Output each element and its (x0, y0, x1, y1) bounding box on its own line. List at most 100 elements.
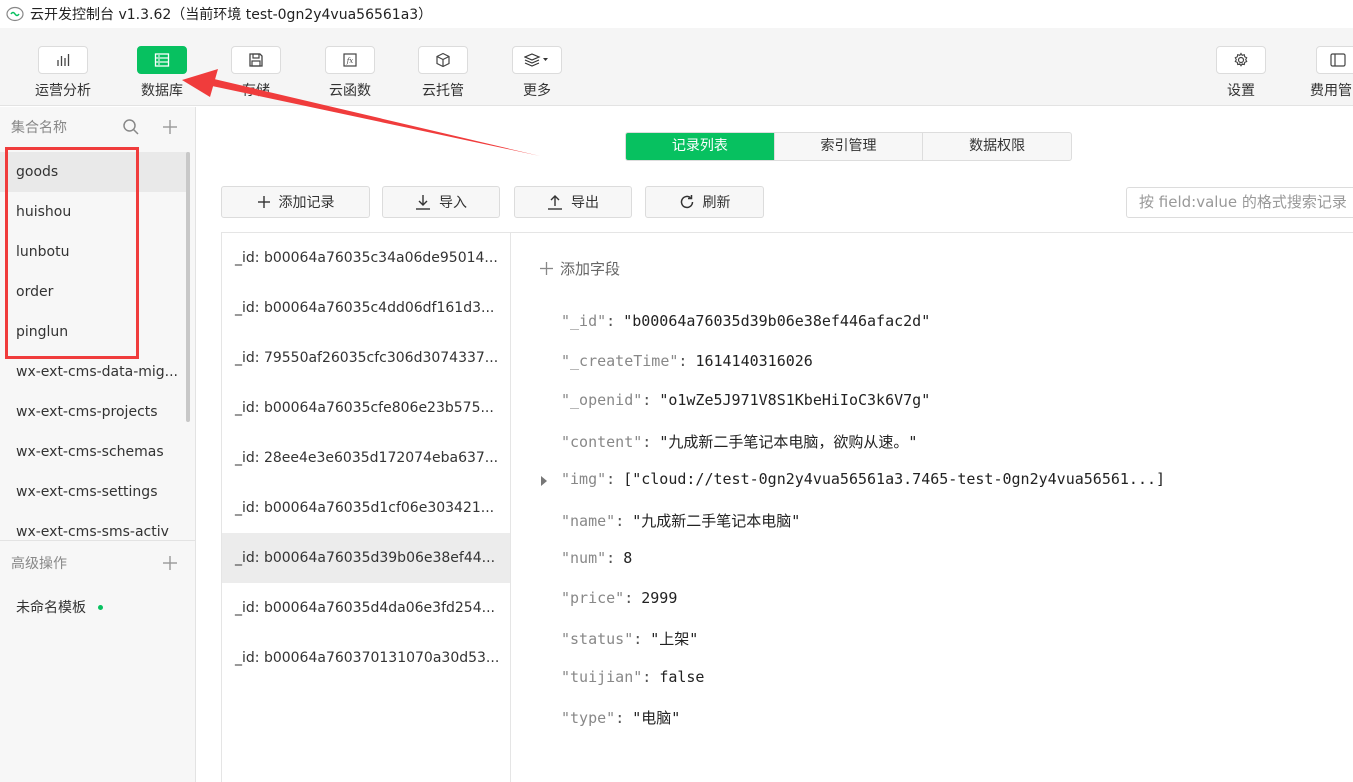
field-row[interactable]: "_id": "b00064a76035d39b06e38ef446afac2d" (561, 312, 930, 330)
record-row[interactable]: _id: b00064a76035cfe806e23b575... (222, 383, 510, 433)
plus-icon (257, 196, 270, 208)
record-row[interactable]: _id: b00064a76035c34a06de95014... (222, 233, 510, 283)
collection-item[interactable]: wx-ext-cms-data-mig... (0, 352, 190, 392)
toolbar-cloud-hosting[interactable]: 云托管 (403, 46, 483, 100)
window-title: 云开发控制台 v1.3.62（当前环境 test-0gn2y4vua56561a… (30, 7, 433, 23)
field-key: "img" (561, 470, 607, 488)
collection-list: goods huishou lunbotu order pinglun wx-e… (0, 152, 190, 538)
field-row[interactable]: "num": 8 (561, 549, 632, 567)
function-icon: fx (343, 53, 357, 67)
toolbar-settings[interactable]: 设置 (1201, 46, 1281, 100)
tab-record-list[interactable]: 记录列表 (626, 133, 775, 160)
field-key: "content" (561, 433, 643, 451)
toolbar-label: 设置 (1227, 83, 1255, 99)
field-row[interactable]: "price": 2999 (561, 589, 677, 607)
record-detail: 添加字段 "_id": "b00064a76035d39b06e38ef446af… (511, 232, 1353, 782)
field-value: "b00064a76035d39b06e38ef446afac2d" (623, 312, 931, 330)
field-row[interactable]: "_createTime": 1614140316026 (561, 352, 813, 370)
field-row[interactable]: "_openid": "o1wZe5J971V8S1KbeHiIoC3k6V7g" (561, 391, 930, 409)
add-record-button[interactable]: 添加记录 (221, 186, 370, 218)
tab-index-management[interactable]: 索引管理 (775, 133, 924, 160)
advanced-header: 高级操作 (0, 543, 195, 583)
record-row[interactable]: _id: b00064a760370131070a30d53... (222, 633, 510, 683)
field-value: 2999 (641, 589, 678, 607)
record-list: _id: b00064a76035c34a06de95014... _id: b… (221, 232, 511, 782)
add-template-icon[interactable] (161, 554, 179, 572)
collection-item[interactable]: pinglun (0, 312, 190, 352)
record-row[interactable]: _id: b00064a76035d4da06e3fd254... (222, 583, 510, 633)
record-row[interactable]: _id: b00064a76035d39b06e38ef44... (222, 533, 510, 583)
record-row[interactable]: _id: 28ee4e3e6035d172074eba637... (222, 433, 510, 483)
toolbar-label: 存储 (242, 83, 270, 99)
main-toolbar: 运营分析 数据库 存储 fx 云函数 云托管 更多 设置 费用管 (0, 28, 1353, 106)
record-search-input[interactable]: 按 field:value 的格式搜索记录 (1126, 187, 1353, 218)
toolbar-billing[interactable]: 费用管 (1300, 46, 1353, 100)
template-item[interactable]: 未命名模板 (16, 597, 103, 617)
export-label: 导出 (571, 195, 599, 211)
collection-item[interactable]: wx-ext-cms-projects (0, 392, 190, 432)
collection-header-label: 集合名称 (11, 120, 67, 136)
status-dot (98, 604, 103, 610)
toolbar-database[interactable]: 数据库 (122, 46, 202, 100)
field-row[interactable]: "content": "九成新二手笔记本电脑，欲购从速。" (561, 431, 917, 452)
bar-chart-icon (57, 54, 70, 66)
refresh-button[interactable]: 刷新 (645, 186, 764, 218)
field-value: false (659, 668, 705, 686)
field-key: "_id" (561, 312, 607, 330)
field-key: "type" (561, 709, 616, 727)
collection-item[interactable]: wx-ext-cms-settings (0, 472, 190, 512)
svg-text:fx: fx (346, 57, 354, 65)
field-value: "o1wZe5J971V8S1KbeHiIoC3k6V7g" (659, 391, 931, 409)
collection-item[interactable]: wx-ext-cms-sms-activ (0, 512, 190, 538)
field-value: 1614140316026 (695, 352, 813, 370)
field-value: "上架" (650, 630, 699, 648)
title-bar: 云开发控制台 v1.3.62（当前环境 test-0gn2y4vua56561a… (0, 0, 1353, 28)
toolbar-label: 云函数 (329, 83, 371, 99)
toolbar-more[interactable]: 更多 (497, 46, 577, 100)
tab-data-permissions[interactable]: 数据权限 (923, 133, 1071, 160)
field-value: "九成新二手笔记本电脑，欲购从速。" (659, 433, 918, 451)
export-button[interactable]: 导出 (514, 186, 632, 218)
search-icon[interactable] (122, 118, 140, 136)
toolbar-label: 云托管 (422, 83, 464, 99)
collection-item[interactable]: huishou (0, 192, 190, 232)
add-collection-icon[interactable] (161, 118, 179, 136)
expand-caret-icon[interactable] (541, 476, 547, 486)
field-key: "name" (561, 512, 616, 530)
gear-icon (1234, 52, 1248, 67)
record-row[interactable]: _id: b00064a76035c4dd06df161d3... (222, 283, 510, 333)
field-value: 8 (623, 549, 633, 567)
database-icon (154, 53, 170, 67)
field-row[interactable]: "name": "九成新二手笔记本电脑" (561, 510, 800, 531)
template-item-label: 未命名模板 (16, 600, 86, 616)
field-row[interactable]: "img": ["cloud://test-0gn2y4vua56561a3.74… (561, 470, 1165, 488)
app-logo-icon (6, 6, 24, 22)
field-key: "_createTime" (561, 352, 679, 370)
field-key: "price" (561, 589, 625, 607)
toolbar-storage[interactable]: 存储 (216, 46, 296, 100)
add-field-button[interactable]: 添加字段 (539, 258, 620, 279)
billing-icon (1330, 53, 1346, 67)
field-row[interactable]: "tuijian": false (561, 668, 704, 686)
sidebar-divider (0, 540, 195, 541)
collection-scrollbar[interactable] (186, 152, 190, 422)
cube-icon (436, 52, 450, 68)
collection-item[interactable]: order (0, 272, 190, 312)
toolbar-label: 更多 (523, 83, 551, 99)
field-key: "status" (561, 630, 634, 648)
collection-item[interactable]: goods (0, 152, 190, 192)
upload-icon (548, 195, 562, 210)
collection-header: 集合名称 (0, 107, 195, 147)
toolbar-label: 费用管 (1310, 83, 1352, 99)
field-row[interactable]: "status": "上架" (561, 628, 698, 649)
toolbar-cloud-functions[interactable]: fx 云函数 (310, 46, 390, 100)
plus-icon (540, 262, 553, 275)
field-row[interactable]: "type": "电脑" (561, 707, 680, 728)
collection-item[interactable]: wx-ext-cms-schemas (0, 432, 190, 472)
import-button[interactable]: 导入 (382, 186, 500, 218)
collection-item[interactable]: lunbotu (0, 232, 190, 272)
record-row[interactable]: _id: b00064a76035d1cf06e303421... (222, 483, 510, 533)
record-row[interactable]: _id: 79550af26035cfc306d3074337... (222, 333, 510, 383)
toolbar-analytics[interactable]: 运营分析 (23, 46, 103, 100)
field-key: "tuijian" (561, 668, 643, 686)
